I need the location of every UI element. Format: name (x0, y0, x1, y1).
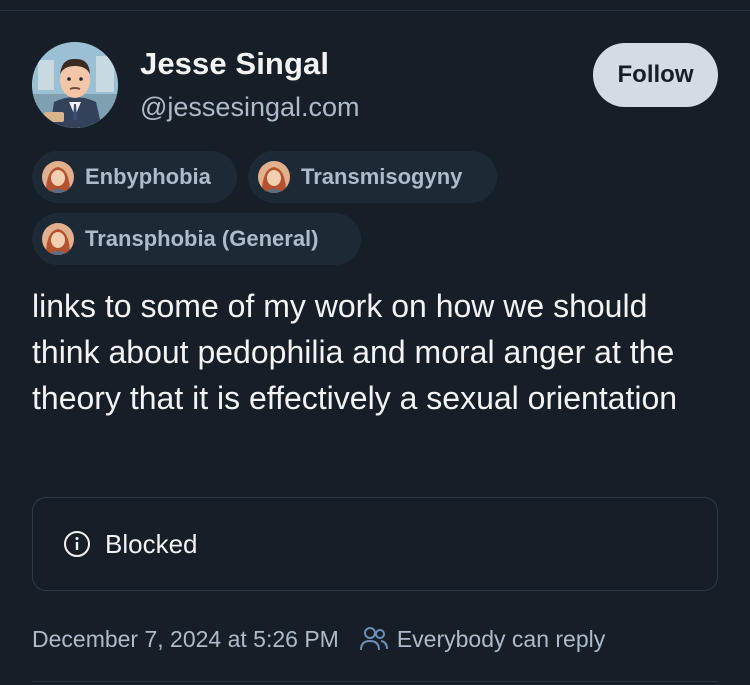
author-display-name[interactable]: Jesse Singal (140, 46, 329, 82)
people-icon (359, 627, 388, 651)
blocked-label: Blocked (105, 528, 198, 559)
post-footer: December 7, 2024 at 5:26 PM Everybody ca… (32, 622, 605, 656)
label-chip-text: Enbyphobia (85, 164, 211, 189)
reply-settings[interactable]: Everybody can reply (359, 624, 605, 654)
author-handle[interactable]: @jessesingal.com (140, 92, 360, 123)
label-chip-enbyphobia[interactable]: Enbyphobia (32, 151, 237, 203)
labeler-avatar-icon (42, 223, 74, 255)
labeler-avatar-icon (42, 161, 74, 193)
author-avatar[interactable] (32, 42, 118, 128)
follow-button[interactable]: Follow (593, 43, 718, 107)
reply-setting-label: Everybody can reply (396, 625, 606, 652)
top-divider (0, 10, 750, 11)
blocked-embed-card: Blocked (32, 497, 718, 591)
cartoon-man-avatar-icon (32, 42, 118, 128)
post-text: links to some of my work on how we shoul… (32, 288, 678, 416)
info-icon (64, 531, 90, 557)
label-chip-transmisogyny[interactable]: Transmisogyny (248, 151, 497, 203)
label-chip-transphobia-general[interactable]: Transphobia (General) (32, 213, 361, 265)
bottom-divider (32, 681, 718, 682)
label-chip-text: Transmisogyny (301, 164, 463, 189)
labeler-avatar-icon (258, 161, 290, 193)
label-chip-text: Transphobia (General) (85, 226, 319, 251)
post-timestamp[interactable]: December 7, 2024 at 5:26 PM (32, 626, 339, 653)
